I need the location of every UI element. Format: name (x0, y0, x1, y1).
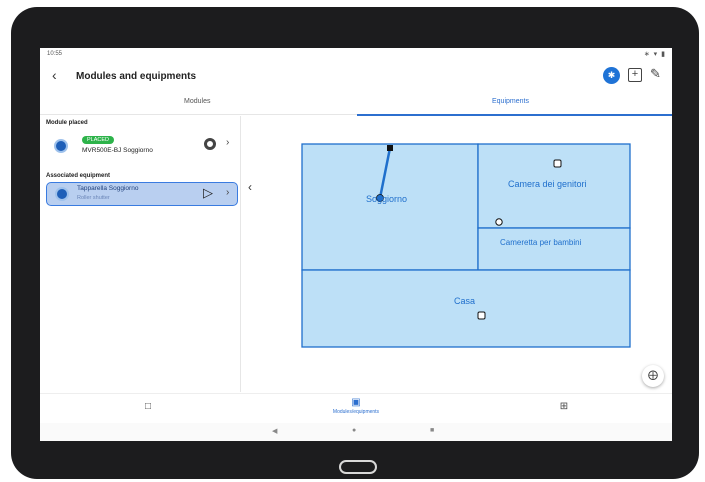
room-label-camera-genitori: Camera dei genitori (508, 179, 587, 189)
room-casa[interactable] (301, 269, 631, 348)
room-cameretta[interactable] (477, 227, 631, 271)
nav-label: Modules/equipments (332, 409, 380, 415)
room-label-cameretta: Cameretta per bambini (500, 238, 582, 247)
bottom-nav: □ ▣ Modules/equipments ⊞ (40, 393, 672, 424)
system-home-icon[interactable]: ● (352, 427, 356, 434)
nav-grid[interactable]: ⊞ (554, 401, 574, 412)
floor-map: Soggiorno Camera dei genitori Cameretta … (301, 143, 631, 348)
equipment-marker[interactable] (387, 145, 393, 151)
nav-modules-equipments[interactable]: ▣ Modules/equipments (306, 397, 406, 415)
nav-devices[interactable]: □ (138, 401, 158, 412)
system-recents-icon[interactable]: ■ (430, 427, 434, 434)
locate-fab-icon[interactable]: ⨁ (642, 365, 664, 387)
screen: 10:55 ∗ ▾ ▮ ‹ Modules and equipments ✱ +… (40, 48, 672, 441)
room-label-casa: Casa (454, 296, 475, 306)
device-marker[interactable] (553, 159, 562, 168)
device-marker[interactable] (495, 218, 503, 226)
map-icon: ▣ (351, 397, 361, 408)
device-marker[interactable] (477, 311, 486, 320)
home-button[interactable] (339, 460, 377, 474)
room-label-soggiorno: Soggiorno (366, 194, 407, 204)
device-icon: □ (144, 401, 152, 412)
grid-icon: ⊞ (559, 401, 569, 412)
room-soggiorno[interactable] (301, 143, 479, 271)
system-back-icon[interactable]: ◀ (272, 427, 277, 435)
system-nav-bar: ◀ ● ■ (40, 423, 672, 441)
